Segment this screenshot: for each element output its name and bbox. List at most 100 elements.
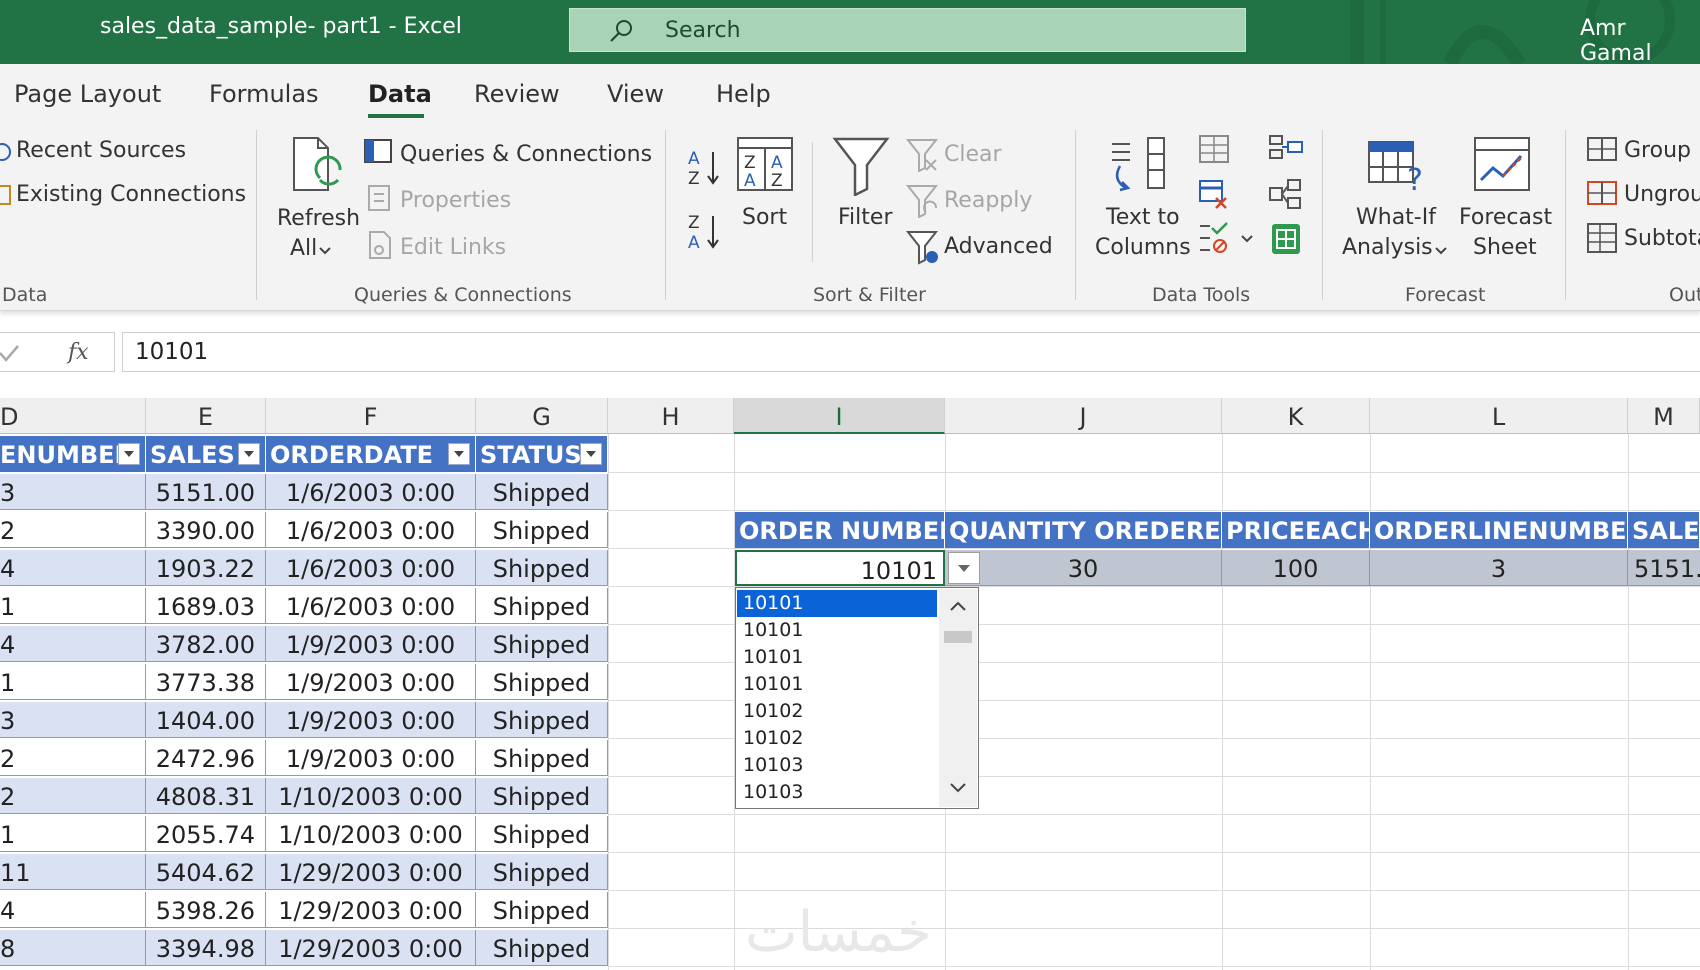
lookup-cell-quantity[interactable]: 30 [945,550,1222,586]
table-cell[interactable]: 8 [0,930,146,966]
column-header-i[interactable]: I [734,398,945,434]
table-header-orderdate[interactable]: ORDERDATE [266,436,476,472]
list-item[interactable]: 10101 [737,644,937,671]
table-cell[interactable]: 1 [0,664,146,700]
table-cell[interactable]: Shipped [476,930,608,966]
table-cell[interactable]: Shipped [476,550,608,586]
chevron-down-icon[interactable] [949,781,967,795]
lookup-cell-sales[interactable]: 5151. [1628,550,1700,586]
table-cell[interactable]: 1404.00 [146,702,266,738]
table-cell[interactable]: 1/6/2003 0:00 [266,512,476,548]
edit-links-button[interactable]: Edit Links [400,235,506,260]
column-header-k[interactable]: K [1222,398,1370,434]
validation-dropdown-list[interactable]: 10101 10101 10101 10101 10102 10102 1010… [735,587,979,809]
ungroup-button[interactable]: Ungrou [1624,182,1700,207]
subtotal-button[interactable]: Subtota [1624,226,1700,251]
table-cell[interactable]: 1/29/2003 0:00 [266,892,476,928]
filter-dropdown-button[interactable] [580,443,602,465]
table-cell[interactable]: 4 [0,892,146,928]
sort-button[interactable]: Sort [742,205,787,230]
table-cell[interactable]: 1/29/2003 0:00 [266,854,476,890]
properties-button[interactable]: Properties [400,188,511,213]
table-header-ordernumber[interactable]: ENUMBER [0,436,146,472]
filter-dropdown-button[interactable] [448,443,470,465]
column-header-g[interactable]: G [476,398,608,434]
tab-review[interactable]: Review [474,80,560,108]
lookup-header-sales[interactable]: SALE [1628,512,1700,548]
lookup-header-orderlinenumber[interactable]: ORDERLINENUMBER [1370,512,1628,548]
table-cell[interactable]: 1/6/2003 0:00 [266,588,476,624]
table-cell[interactable]: 1/9/2003 0:00 [266,626,476,662]
list-item[interactable]: 10103 [737,752,937,779]
tab-help[interactable]: Help [716,80,771,108]
reapply-button[interactable]: Reapply [944,188,1032,213]
table-cell[interactable]: 2 [0,778,146,814]
table-cell[interactable]: 1/10/2003 0:00 [266,816,476,852]
clear-button[interactable]: Clear [944,142,1002,167]
table-cell[interactable]: 5404.62 [146,854,266,890]
what-if-analysis-label-1[interactable]: What-If [1356,205,1436,230]
recent-sources-button[interactable]: Recent Sources [16,138,186,163]
table-cell[interactable]: Shipped [476,626,608,662]
table-cell[interactable]: 4 [0,626,146,662]
table-cell[interactable]: 4 [0,550,146,586]
formula-input[interactable]: 10101 [122,332,1700,372]
tab-data[interactable]: Data [368,80,432,108]
table-cell[interactable]: Shipped [476,664,608,700]
list-item[interactable]: 10101 [737,590,937,617]
group-button[interactable]: Group [1624,138,1691,163]
table-cell[interactable]: Shipped [476,816,608,852]
what-if-analysis-label-2[interactable]: Analysis [1342,235,1433,260]
table-cell[interactable]: 1 [0,816,146,852]
column-header-f[interactable]: F [266,398,476,434]
table-cell[interactable]: 1/9/2003 0:00 [266,664,476,700]
refresh-all-label-1[interactable]: Refresh [277,206,360,231]
column-header-d[interactable]: D [0,398,146,434]
table-cell[interactable]: Shipped [476,474,608,510]
table-cell[interactable]: 3 [0,702,146,738]
column-header-h[interactable]: H [608,398,734,434]
table-cell[interactable]: 1/6/2003 0:00 [266,550,476,586]
list-item[interactable]: 10102 [737,725,937,752]
table-cell[interactable]: 4808.31 [146,778,266,814]
search-box[interactable]: Search [569,8,1246,52]
list-item[interactable]: 10103 [737,779,937,806]
table-cell[interactable]: 1/29/2003 0:00 [266,930,476,966]
table-cell[interactable]: Shipped [476,702,608,738]
column-header-l[interactable]: L [1370,398,1628,434]
tab-view[interactable]: View [607,80,664,108]
enter-check-icon[interactable] [0,341,24,365]
table-cell[interactable]: 5398.26 [146,892,266,928]
lookup-cell-priceeach[interactable]: 100 [1222,550,1370,586]
table-cell[interactable]: Shipped [476,740,608,776]
table-cell[interactable]: Shipped [476,854,608,890]
tab-page-layout[interactable]: Page Layout [14,80,161,108]
table-header-sales[interactable]: SALES [146,436,266,472]
table-cell[interactable]: 3 [0,474,146,510]
text-to-columns-label-2[interactable]: Columns [1095,235,1191,260]
advanced-button[interactable]: Advanced [944,234,1053,259]
refresh-all-label-2[interactable]: All [290,236,317,261]
filter-dropdown-button[interactable] [238,443,260,465]
table-cell[interactable]: 1 [0,588,146,624]
table-cell[interactable]: 2472.96 [146,740,266,776]
existing-connections-button[interactable]: Existing Connections [16,182,246,207]
filter-dropdown-button[interactable] [118,443,140,465]
insert-function-icon[interactable]: fx [66,337,96,367]
forecast-sheet-label-2[interactable]: Sheet [1473,235,1537,260]
table-cell[interactable]: 3782.00 [146,626,266,662]
table-cell[interactable]: 1689.03 [146,588,266,624]
lookup-header-order-number[interactable]: ORDER NUMBER [735,512,945,548]
list-item[interactable]: 10102 [737,698,937,725]
selected-cell-order-number[interactable]: 10101 [735,550,945,586]
list-item[interactable]: 10101 [737,617,937,644]
table-cell[interactable]: 1903.22 [146,550,266,586]
table-cell[interactable]: 5151.00 [146,474,266,510]
column-header-j[interactable]: J [945,398,1222,434]
chevron-up-icon[interactable] [949,599,967,613]
table-cell[interactable]: 3390.00 [146,512,266,548]
validation-dropdown-button[interactable] [948,552,980,584]
table-cell[interactable]: Shipped [476,588,608,624]
table-cell[interactable]: Shipped [476,512,608,548]
user-name[interactable]: Amr Gamal [1580,16,1700,66]
